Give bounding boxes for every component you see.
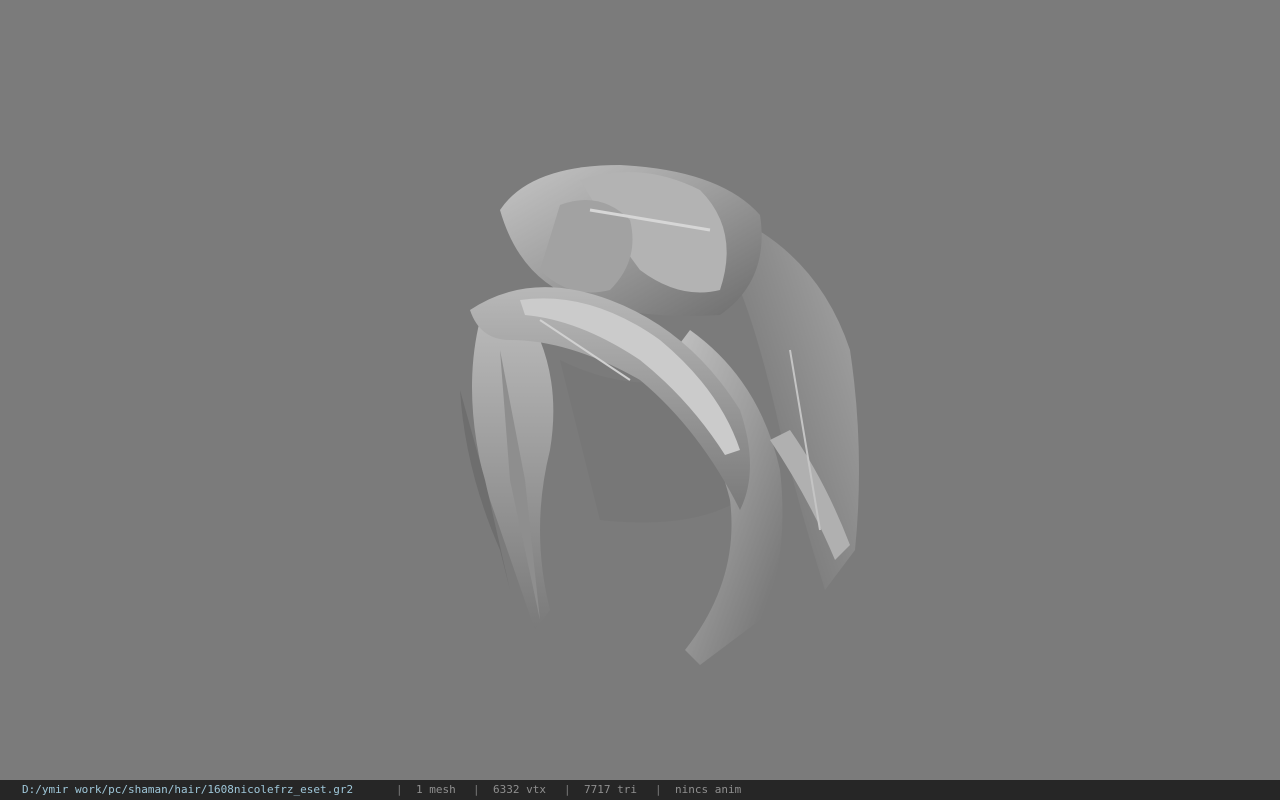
anim-status: nincs anim	[675, 783, 742, 796]
hair-model-icon[interactable]	[440, 150, 880, 680]
mesh-count: 1 mesh	[416, 783, 456, 796]
separator: |	[655, 783, 662, 796]
triangle-count: 7717 tri	[584, 783, 637, 796]
file-path: D:/ymir work/pc/shaman/hair/1608nicolefr…	[22, 783, 354, 796]
3d-viewport[interactable]	[0, 0, 1280, 780]
status-bar: D:/ymir work/pc/shaman/hair/1608nicolefr…	[0, 780, 1280, 800]
separator: |	[564, 783, 571, 796]
separator: |	[473, 783, 480, 796]
vertex-count: 6332 vtx	[493, 783, 546, 796]
separator: |	[396, 783, 403, 796]
